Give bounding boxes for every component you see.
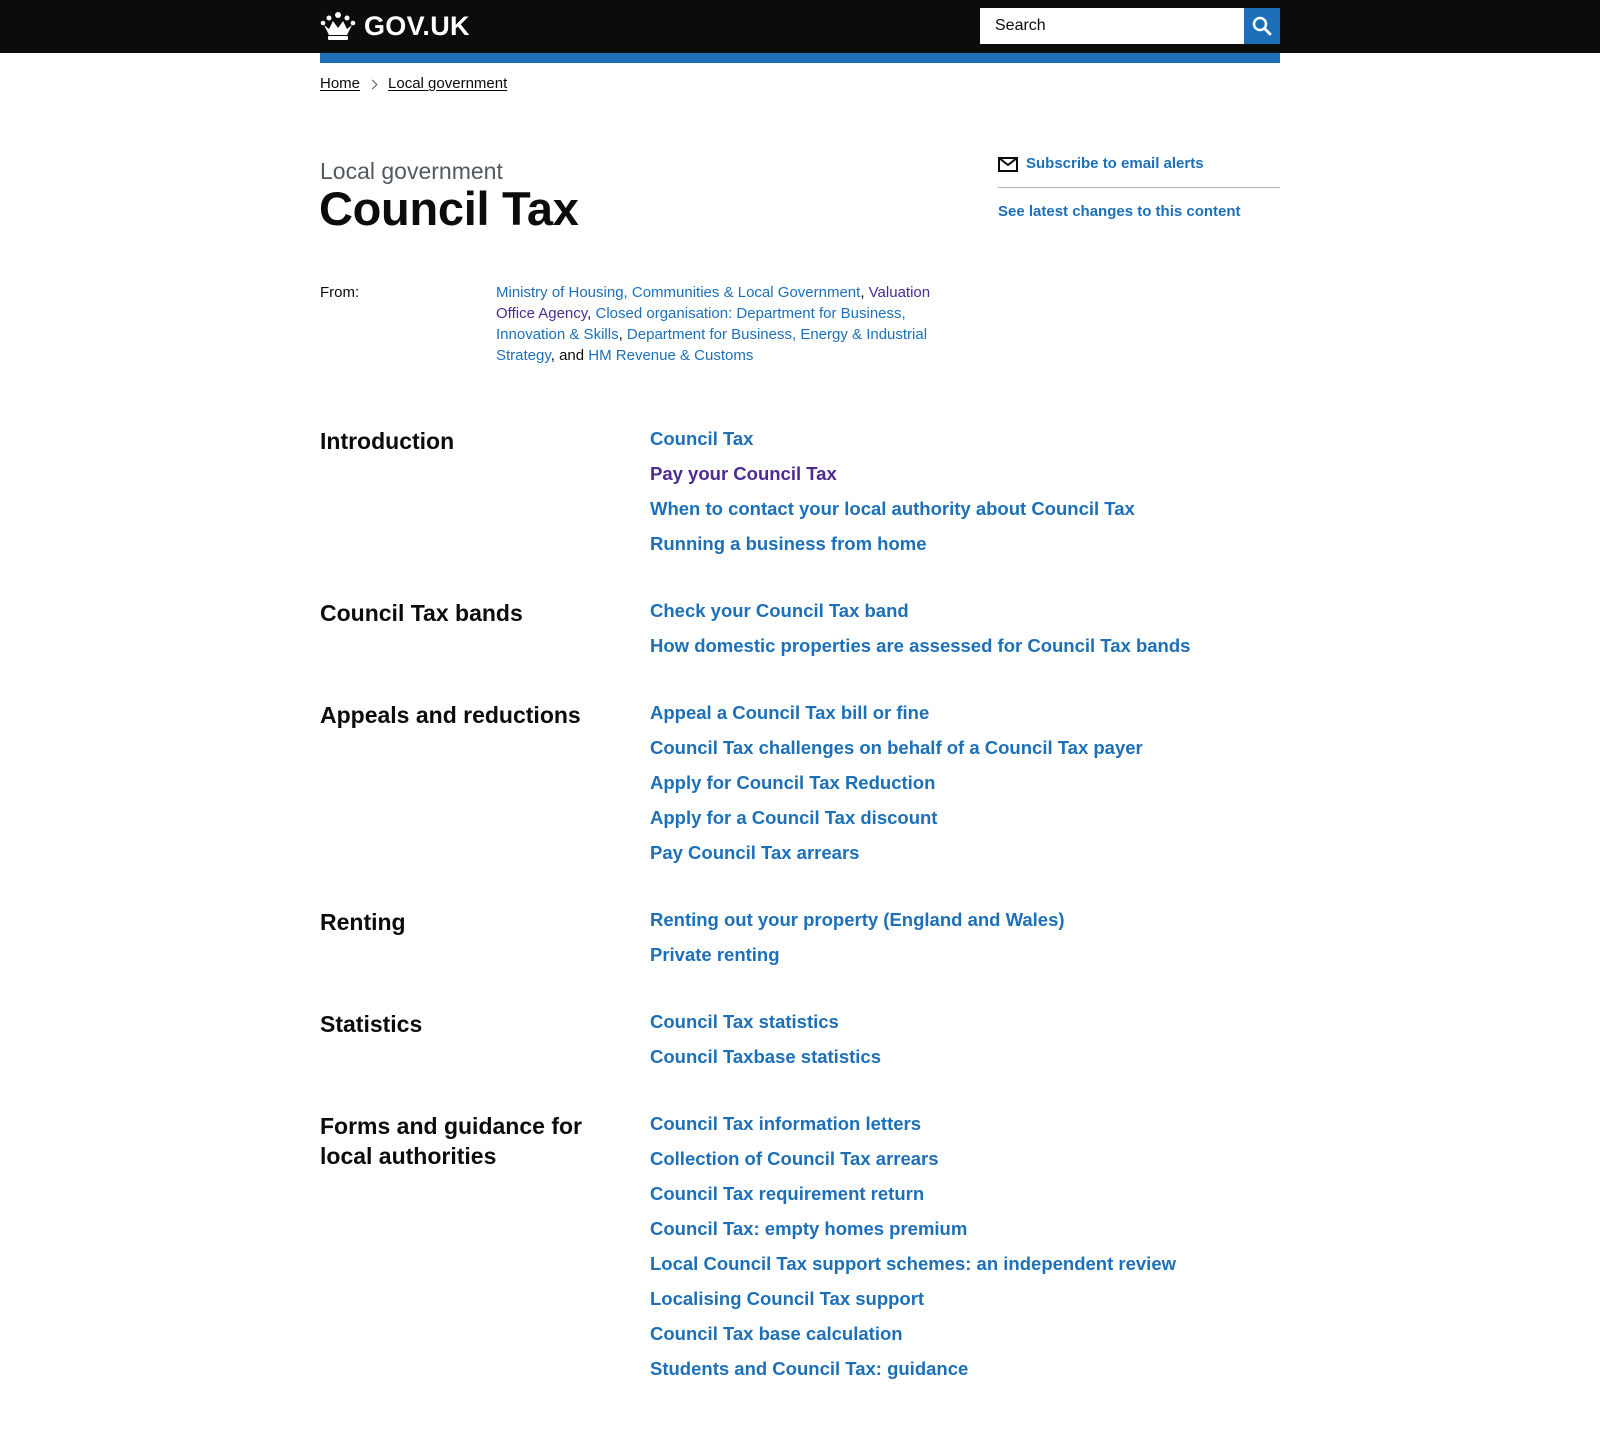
topic-link[interactable]: When to contact your local authority abo… bbox=[650, 498, 1135, 519]
topic-link[interactable]: Apply for Council Tax Reduction bbox=[650, 772, 935, 793]
section-link-list: Council Tax Pay your Council Tax When to… bbox=[650, 424, 1135, 564]
topic-link[interactable]: Local Council Tax support schemes: an in… bbox=[650, 1253, 1176, 1274]
list-item: Council Tax base calculation bbox=[650, 1319, 1176, 1354]
topic-link[interactable]: Students and Council Tax: guidance bbox=[650, 1358, 968, 1379]
list-item: Pay Council Tax arrears bbox=[650, 838, 1143, 873]
latest-changes-link[interactable]: See latest changes to this content bbox=[998, 202, 1280, 222]
search-input[interactable] bbox=[980, 8, 1244, 44]
breadcrumb-local-government[interactable]: Local government bbox=[388, 74, 507, 94]
from-label: From: bbox=[320, 284, 360, 301]
header-blue-bar bbox=[320, 53, 1280, 63]
topic-link[interactable]: Council Tax challenges on behalf of a Co… bbox=[650, 737, 1143, 758]
topic-link[interactable]: Council Tax information letters bbox=[650, 1113, 921, 1134]
list-item: Apply for a Council Tax discount bbox=[650, 803, 1143, 838]
section-introduction: Introduction Council Tax Pay your Counci… bbox=[320, 424, 1280, 564]
crown-icon bbox=[320, 12, 356, 40]
topic-link[interactable]: Pay Council Tax arrears bbox=[650, 842, 859, 863]
org-separator-last: , and bbox=[550, 347, 589, 364]
page-title: Council Tax bbox=[319, 182, 579, 235]
list-item: Students and Council Tax: guidance bbox=[650, 1354, 1176, 1389]
section-heading: Renting bbox=[320, 909, 406, 935]
section-link-list: Council Tax information letters Collecti… bbox=[650, 1109, 1176, 1389]
breadcrumb: Home Local government bbox=[320, 74, 507, 94]
section-renting: Renting Renting out your property (Engla… bbox=[320, 905, 1280, 975]
subscribe-email-link[interactable]: Subscribe to email alerts bbox=[998, 154, 1280, 174]
section-heading: Appeals and reductions bbox=[320, 702, 581, 728]
section-heading: Council Tax bands bbox=[320, 600, 523, 626]
topic-link[interactable]: Check your Council Tax band bbox=[650, 600, 909, 621]
govuk-logo[interactable]: GOV.UK bbox=[320, 8, 470, 44]
envelope-icon bbox=[998, 156, 1018, 172]
section-council-tax-bands: Council Tax bands Check your Council Tax… bbox=[320, 596, 1280, 666]
list-item: How domestic properties are assessed for… bbox=[650, 631, 1190, 666]
topic-link[interactable]: Council Tax requirement return bbox=[650, 1183, 924, 1204]
search-icon bbox=[1252, 16, 1272, 36]
search-button[interactable] bbox=[1244, 8, 1280, 44]
topic-link[interactable]: Council Tax: empty homes premium bbox=[650, 1218, 967, 1239]
topic-link[interactable]: Council Tax statistics bbox=[650, 1011, 839, 1032]
org-link-mhclg[interactable]: Ministry of Housing, Communities & Local… bbox=[496, 284, 860, 301]
org-separator: , bbox=[860, 284, 869, 301]
breadcrumb-home[interactable]: Home bbox=[320, 74, 360, 94]
list-item: Council Tax challenges on behalf of a Co… bbox=[650, 733, 1143, 768]
list-item: Council Tax information letters bbox=[650, 1109, 1176, 1144]
topic-link[interactable]: Running a business from home bbox=[650, 533, 927, 554]
list-item: Check your Council Tax band bbox=[650, 596, 1190, 631]
topic-link[interactable]: How domestic properties are assessed for… bbox=[650, 635, 1190, 656]
topic-link[interactable]: Pay your Council Tax bbox=[650, 463, 837, 484]
topic-link[interactable]: Appeal a Council Tax bill or fine bbox=[650, 702, 929, 723]
list-item: When to contact your local authority abo… bbox=[650, 494, 1135, 529]
section-forms-and-guidance: Forms and guidance for local authorities… bbox=[320, 1109, 1280, 1389]
topic-link[interactable]: Council Tax bbox=[650, 428, 753, 449]
topic-link[interactable]: Council Taxbase statistics bbox=[650, 1046, 881, 1067]
topic-link[interactable]: Private renting bbox=[650, 944, 780, 965]
section-heading: Forms and guidance for local authorities bbox=[320, 1113, 582, 1169]
list-item: Localising Council Tax support bbox=[650, 1284, 1176, 1319]
logo-text: GOV.UK bbox=[364, 10, 470, 41]
section-link-list: Check your Council Tax band How domestic… bbox=[650, 596, 1190, 666]
list-item: Renting out your property (England and W… bbox=[650, 905, 1065, 940]
sidebar-divider bbox=[998, 187, 1280, 188]
topic-link[interactable]: Apply for a Council Tax discount bbox=[650, 807, 937, 828]
section-heading: Introduction bbox=[320, 428, 455, 454]
list-item: Council Tax statistics bbox=[650, 1007, 881, 1042]
section-heading: Statistics bbox=[320, 1011, 423, 1037]
section-link-list: Council Tax statistics Council Taxbase s… bbox=[650, 1007, 881, 1077]
org-link-hmrc[interactable]: HM Revenue & Customs bbox=[588, 347, 753, 364]
section-statistics: Statistics Council Tax statistics Counci… bbox=[320, 1007, 1280, 1077]
section-link-list: Renting out your property (England and W… bbox=[650, 905, 1065, 975]
chevron-right-icon bbox=[367, 79, 378, 89]
topic-link[interactable]: Council Tax base calculation bbox=[650, 1323, 903, 1344]
search-form bbox=[980, 8, 1280, 44]
list-item: Local Council Tax support schemes: an in… bbox=[650, 1249, 1176, 1284]
list-item: Council Tax requirement return bbox=[650, 1179, 1176, 1214]
list-item: Collection of Council Tax arrears bbox=[650, 1144, 1176, 1179]
section-appeals-and-reductions: Appeals and reductions Appeal a Council … bbox=[320, 698, 1280, 873]
sidebar-actions: Subscribe to email alerts See latest cha… bbox=[998, 154, 1280, 222]
list-item: Apply for Council Tax Reduction bbox=[650, 768, 1143, 803]
topic-link[interactable]: Localising Council Tax support bbox=[650, 1288, 924, 1309]
list-item: Private renting bbox=[650, 940, 1065, 975]
topic-link[interactable]: Renting out your property (England and W… bbox=[650, 909, 1065, 930]
list-item: Appeal a Council Tax bill or fine bbox=[650, 698, 1143, 733]
list-item: Council Tax: empty homes premium bbox=[650, 1214, 1176, 1249]
from-organisations: Ministry of Housing, Communities & Local… bbox=[496, 282, 934, 366]
topic-link[interactable]: Collection of Council Tax arrears bbox=[650, 1148, 939, 1169]
section-link-list: Appeal a Council Tax bill or fine Counci… bbox=[650, 698, 1143, 873]
site-header: GOV.UK bbox=[0, 0, 1600, 53]
list-item: Council Tax bbox=[650, 424, 1135, 459]
org-separator: , bbox=[618, 326, 627, 343]
list-item: Pay your Council Tax bbox=[650, 459, 1135, 494]
org-separator: , bbox=[587, 305, 596, 322]
subscribe-label: Subscribe to email alerts bbox=[1026, 155, 1204, 172]
list-item: Running a business from home bbox=[650, 529, 1135, 564]
list-item: Council Taxbase statistics bbox=[650, 1042, 881, 1077]
